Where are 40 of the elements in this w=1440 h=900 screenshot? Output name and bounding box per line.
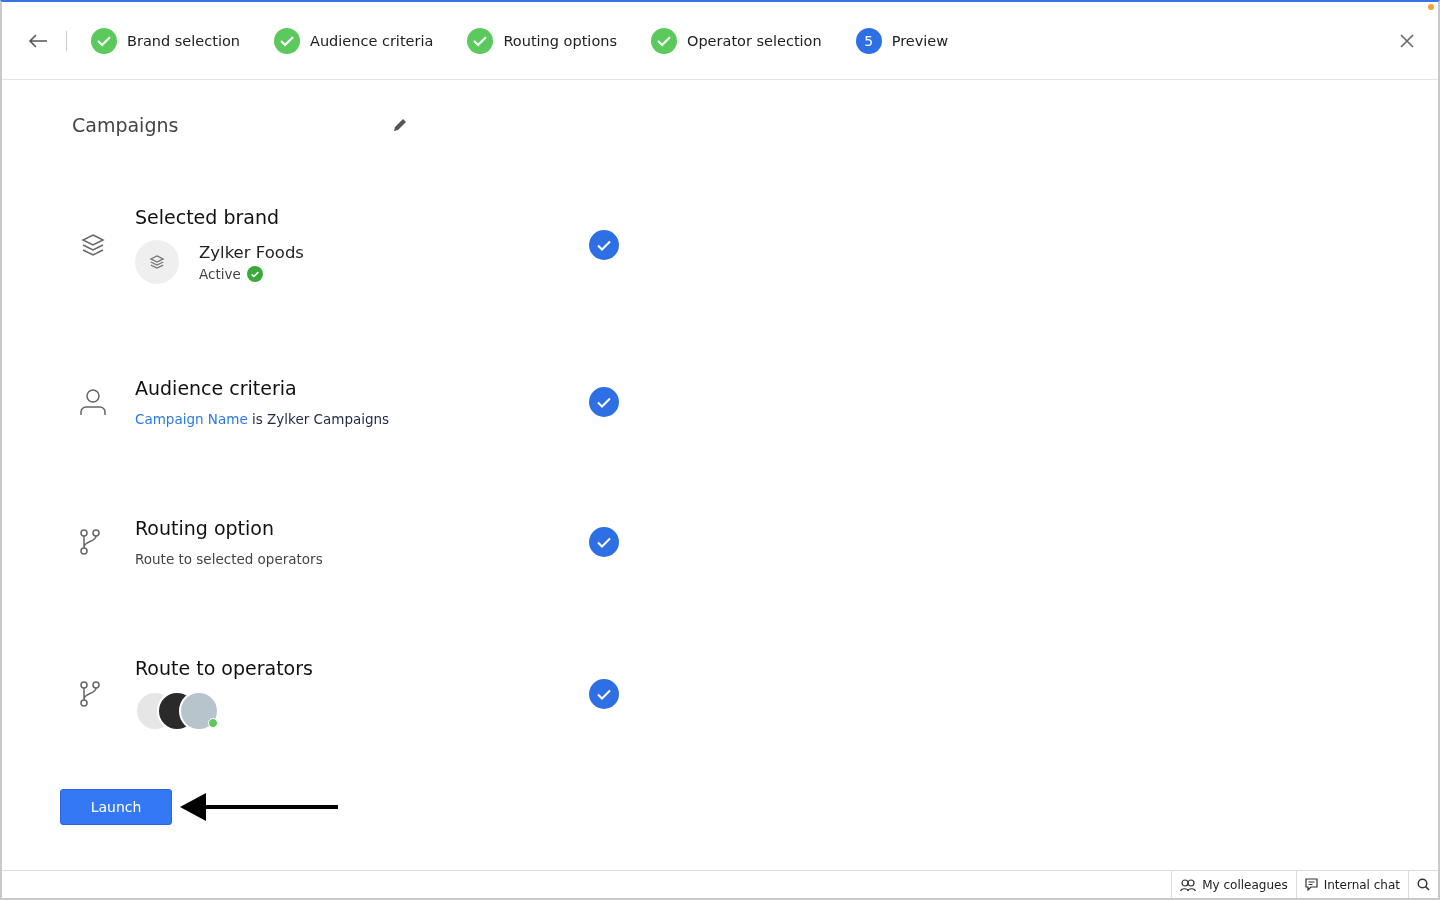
brand-status: Active [199,265,241,282]
step-tab[interactable]: Brand selection [91,27,240,54]
chat-icon [1304,878,1318,891]
field-link[interactable]: Campaign Name [135,411,248,427]
notification-dot [1428,4,1434,10]
step-check-icon [467,27,494,54]
section-heading: Audience criteria [135,377,298,399]
step-number: 5 [855,27,882,54]
chat-button[interactable]: Internal chat [1295,871,1408,898]
step-check-icon [91,27,117,54]
section-heading: Selected brand [135,206,281,228]
launch-button[interactable]: Launch [60,789,172,825]
step-label: Brand selection [127,32,240,49]
edit-icon[interactable] [392,117,408,133]
branch-icon [80,681,100,707]
step-check-icon [651,27,677,54]
close-button[interactable] [1400,33,1414,48]
layers-icon [80,232,106,258]
search-icon [1417,878,1430,891]
section-heading: Routing option [135,517,275,539]
section-heading: Route to operators [135,657,314,679]
step-tab[interactable]: Operator selection [651,27,822,54]
brand-logo [135,240,179,284]
step-check-icon [274,27,300,54]
step-label: Preview [891,32,949,49]
step-tab[interactable]: 5 Preview [855,27,949,54]
branch-icon [80,529,100,555]
page-title: Campaigns [72,114,179,136]
step-tab[interactable]: Audience criteria [274,27,434,54]
brand-name: Zylker Foods [199,242,304,262]
people-icon [1180,877,1197,892]
back-button[interactable] [28,32,48,49]
step-label: Operator selection [687,32,822,49]
step-label: Audience criteria [310,32,434,49]
criteria-text: Campaign Name is Zylker Campaigns [135,411,391,427]
colleagues-button[interactable]: My colleagues [1171,871,1296,898]
routing-text: Route to selected operators [135,551,324,567]
step-label: Routing options [503,32,617,49]
step-tab[interactable]: Routing options [467,27,617,54]
user-icon [80,388,106,416]
